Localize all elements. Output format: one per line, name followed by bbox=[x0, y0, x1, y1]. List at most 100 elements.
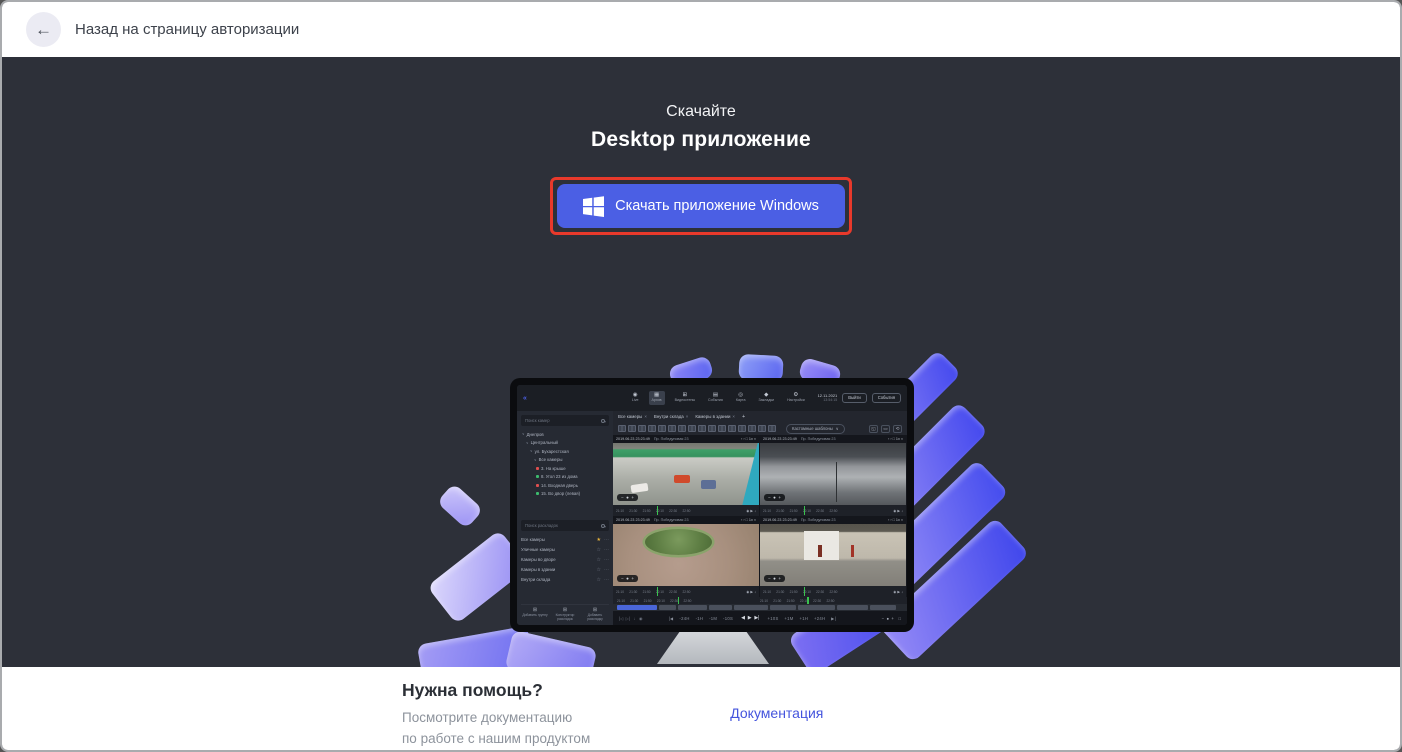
layouts-list: Все камеры★⋯ Уличные камеры☆⋯ Камеры во … bbox=[521, 534, 609, 584]
tile-timestamp: 2019.06.23 23:23:49 bbox=[616, 518, 650, 522]
scene-detail bbox=[818, 545, 822, 557]
back-button[interactable]: ← Назад на страницу авторизации bbox=[26, 12, 299, 47]
tab-item: Камеры в здании× bbox=[695, 414, 735, 419]
more-icon: ⋯ bbox=[604, 557, 609, 563]
search-icon bbox=[601, 419, 605, 423]
menu-item-bookmarks: ◆Закладки bbox=[756, 391, 778, 405]
scene-detail bbox=[674, 475, 690, 483]
top-bar: ← Назад на страницу авторизации bbox=[2, 2, 1400, 57]
ruler-marker bbox=[804, 587, 806, 596]
chevron-down-icon: ∨ bbox=[836, 426, 839, 431]
search-icon bbox=[601, 524, 605, 528]
tile-ruler: 21:10 21:30 21:50 22:10 22:30 22:50◉ ▶ ↓ bbox=[760, 505, 906, 516]
tile-header: 2019.06.23 23:23:49Пр. Победуновая 23‹ ›… bbox=[613, 516, 759, 524]
tree-item: ∨ул. Бухарестская bbox=[521, 447, 609, 456]
add-tab-button: + bbox=[742, 414, 745, 420]
camera-image: − ● + bbox=[760, 524, 906, 586]
transport-step-back: |◀ -24H -1H -1M -10S bbox=[669, 616, 733, 621]
chevron-down-icon: ∨ bbox=[522, 432, 525, 436]
chevron-down-icon: ∨ bbox=[530, 449, 533, 453]
app-main: Все камеры× Внутри склада× Камеры в здан… bbox=[613, 411, 907, 625]
track-segment bbox=[798, 605, 835, 610]
camera-image: − ● + bbox=[613, 443, 759, 505]
track-segment bbox=[770, 605, 796, 610]
scene-detail bbox=[851, 545, 855, 557]
back-arrow-icon: ← bbox=[35, 21, 52, 38]
track-segment bbox=[870, 605, 896, 610]
back-label: Назад на страницу авторизации bbox=[75, 21, 299, 38]
tile-header: 2019.06.23 23:23:49Пр. Победуновая 23‹ ›… bbox=[760, 516, 906, 524]
track-segment bbox=[734, 605, 768, 610]
tile-header: 2019.06.23 23:23:49Пр. Победуновая 23‹ ›… bbox=[613, 435, 759, 443]
tile-location: Пр. Победуновая 23 bbox=[801, 437, 836, 441]
layout-item: Уличные камеры☆⋯ bbox=[521, 545, 609, 554]
menu-item-videowalls: ⊞Видеостены bbox=[672, 391, 698, 405]
panel-icon: ▭ bbox=[881, 425, 890, 433]
illustration: « ◉Live ▦Архив ⊞Видеостены ▤События ◎Кар… bbox=[2, 57, 1400, 667]
layout-item: Все камеры★⋯ bbox=[521, 535, 609, 544]
grid-layout-icon bbox=[638, 425, 646, 432]
tile-ruler: 21:10 21:30 21:50 22:10 22:30 22:50◉ ▶ ↓ bbox=[760, 586, 906, 597]
help-block: Нужна помощь? Посмотрите документацию по… bbox=[402, 677, 590, 750]
tabs-bar: Все камеры× Внутри склада× Камеры в здан… bbox=[613, 411, 907, 422]
camera-image: − ● + bbox=[613, 524, 759, 586]
layout-item: Камеры во дворе☆⋯ bbox=[521, 555, 609, 564]
ruler-marker bbox=[807, 597, 809, 604]
more-icon: ⋯ bbox=[604, 537, 609, 543]
app-topbar: « ◉Live ▦Архив ⊞Видеостены ▤События ◎Кар… bbox=[517, 385, 907, 411]
documentation-link[interactable]: Документация bbox=[730, 705, 823, 721]
camera-tile: 2019.06.23 23:23:49Пр. Победуновая 23‹ ›… bbox=[613, 516, 760, 597]
zoom-control: − ● + bbox=[617, 575, 638, 582]
grid-layout-icon bbox=[668, 425, 676, 432]
menu-item-map: ◎Карта bbox=[733, 391, 749, 405]
tile-ruler: 21:10 21:30 21:50 22:10 22:30 22:50◉ ▶ ↓ bbox=[613, 505, 759, 516]
transport-play-controls: ◀ ▶ ▶| bbox=[741, 615, 759, 621]
fullscreen-icon: ◱ bbox=[869, 425, 878, 433]
transport-left-controls: |◁ ▷| ↓ ◉ bbox=[619, 616, 643, 621]
help-title: Нужна помощь? bbox=[402, 677, 590, 704]
layout-search-input: Поиск раскладок bbox=[521, 520, 609, 531]
grid-layout-icon bbox=[758, 425, 766, 432]
tile-location: Пр. Победуновая 23 bbox=[801, 518, 836, 522]
events-panel-button: События bbox=[872, 393, 901, 403]
camera-tile: 2019.06.23 23:23:49Пр. Победуновая 23‹ ›… bbox=[613, 435, 760, 516]
ruler-marker bbox=[657, 587, 659, 596]
track-segment bbox=[837, 605, 868, 610]
ruler-marker bbox=[804, 506, 806, 515]
tile-location: Пр. Победуновая 23 bbox=[654, 518, 689, 522]
ruler-marker bbox=[678, 597, 680, 604]
app-clock: 12.11.2021 13:54:15 bbox=[818, 393, 838, 402]
layout-presets-bar: Кастомные шаблоны∨ ◱ ▭ ⟲ bbox=[613, 422, 907, 435]
master-ruler: 21:10 21:30 21:50 22:10 22:30 22:50 21:1… bbox=[613, 597, 907, 604]
layout-item: Внутри склада☆⋯ bbox=[521, 575, 609, 584]
layout-constructor-button: ⊞Конструктор раскладок bbox=[551, 608, 579, 622]
track-segment bbox=[678, 605, 707, 610]
grid-layout-icon bbox=[768, 425, 776, 432]
tile-timestamp: 2019.06.23 23:23:49 bbox=[763, 518, 797, 522]
app-preview: « ◉Live ▦Архив ⊞Видеостены ▤События ◎Кар… bbox=[517, 385, 907, 625]
menu-item-archive: ▦Архив bbox=[649, 391, 665, 405]
scene-detail bbox=[645, 529, 712, 555]
star-icon: ☆ bbox=[597, 557, 601, 563]
track-segment bbox=[659, 605, 676, 610]
status-dot bbox=[536, 484, 539, 487]
more-icon: ⋯ bbox=[604, 547, 609, 553]
grid-layout-icon bbox=[708, 425, 716, 432]
star-icon: ☆ bbox=[597, 567, 601, 573]
tile-ruler: 21:10 21:30 21:50 22:10 22:30 22:50◉ ▶ ↓ bbox=[613, 586, 759, 597]
grid-layout-icon bbox=[678, 425, 686, 432]
star-icon: ★ bbox=[597, 537, 601, 543]
ruler-icons: ◉ ▶ ↓ bbox=[746, 509, 756, 513]
camera-search-input: Поиск камер bbox=[521, 415, 609, 426]
tab-close-icon: × bbox=[732, 414, 735, 419]
sidebar-actions: ⊞Добавить группу ⊞Конструктор раскладок … bbox=[521, 604, 609, 622]
more-icon: ⋯ bbox=[604, 567, 609, 573]
scene-detail bbox=[740, 443, 759, 505]
timeline-tracks bbox=[613, 604, 907, 611]
track-segment-selected bbox=[617, 605, 657, 610]
grid-layout-icon bbox=[618, 425, 626, 432]
app-menu: ◉Live ▦Архив ⊞Видеостены ▤События ◎Карта… bbox=[629, 391, 808, 405]
menu-item-events: ▤События bbox=[705, 391, 726, 405]
scene-detail bbox=[836, 462, 838, 502]
chevron-down-icon: ∨ bbox=[526, 441, 529, 445]
